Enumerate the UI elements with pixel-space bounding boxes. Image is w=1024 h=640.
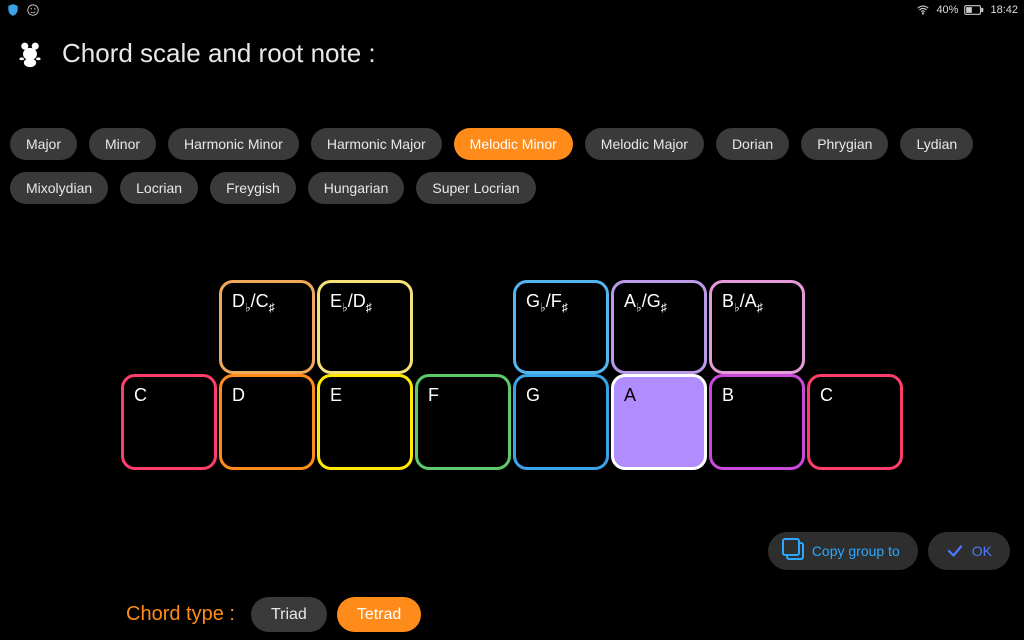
white-key-d[interactable]: D xyxy=(219,374,315,470)
black-key-gf[interactable]: G♭/F♯ xyxy=(513,280,609,374)
scale-chip-freygish[interactable]: Freygish xyxy=(210,172,296,204)
bottom-bar: Chord type : TriadTetrad xyxy=(0,603,1024,626)
scale-chip-super-locrian[interactable]: Super Locrian xyxy=(416,172,535,204)
copy-group-button[interactable]: Copy group to xyxy=(768,532,918,570)
status-bar: 40% 18:42 xyxy=(0,0,1024,20)
battery-icon xyxy=(964,3,984,17)
keyboard-white-row: CDEFGABC xyxy=(120,374,904,470)
scale-chip-locrian[interactable]: Locrian xyxy=(120,172,198,204)
page-title: Chord scale and root note : xyxy=(62,38,376,69)
status-right: 40% 18:42 xyxy=(916,3,1018,17)
chord-type-label: Chord type : xyxy=(126,603,235,626)
scale-chip-melodic-major[interactable]: Melodic Major xyxy=(585,128,704,160)
chord-type-section: Chord type : TriadTetrad xyxy=(126,603,431,626)
black-key-ed[interactable]: E♭/D♯ xyxy=(317,280,413,374)
black-key-ba[interactable]: B♭/A♯ xyxy=(709,280,805,374)
face-icon xyxy=(26,3,40,17)
scale-chip-lydian[interactable]: Lydian xyxy=(900,128,973,160)
black-key-dc[interactable]: D♭/C♯ xyxy=(219,280,315,374)
scale-chip-harmonic-major[interactable]: Harmonic Major xyxy=(311,128,442,160)
scale-chip-mixolydian[interactable]: Mixolydian xyxy=(10,172,108,204)
white-key-b[interactable]: B xyxy=(709,374,805,470)
note-keyboard: D♭/C♯E♭/D♯G♭/F♯A♭/G♯B♭/A♯ CDEFGABC xyxy=(0,280,1024,470)
white-key-c[interactable]: C xyxy=(807,374,903,470)
battery-text: 40% xyxy=(936,4,958,16)
white-key-f[interactable]: F xyxy=(415,374,511,470)
scale-chip-hungarian[interactable]: Hungarian xyxy=(308,172,405,204)
scale-chip-major[interactable]: Major xyxy=(10,128,77,160)
wifi-icon xyxy=(916,3,930,17)
scale-chip-melodic-minor[interactable]: Melodic Minor xyxy=(454,128,573,160)
scale-chip-minor[interactable]: Minor xyxy=(89,128,156,160)
black-spacer xyxy=(807,280,903,374)
white-key-e[interactable]: E xyxy=(317,374,413,470)
scale-chip-harmonic-minor[interactable]: Harmonic Minor xyxy=(168,128,299,160)
status-left xyxy=(6,3,40,17)
chord-type-triad[interactable]: Triad xyxy=(251,597,327,632)
chord-type-tetrad[interactable]: Tetrad xyxy=(337,597,421,632)
header: Chord scale and root note : xyxy=(16,38,376,69)
ok-button[interactable]: OK xyxy=(928,532,1010,570)
scale-list: Major Minor Harmonic Minor Harmonic Major Me… xyxy=(10,128,1014,204)
scale-chip-phrygian[interactable]: Phrygian xyxy=(801,128,888,160)
white-key-a[interactable]: A xyxy=(611,374,707,470)
clock-text: 18:42 xyxy=(990,4,1018,16)
copy-label: Copy group to xyxy=(812,543,900,559)
white-key-c[interactable]: C xyxy=(121,374,217,470)
ok-label: OK xyxy=(972,543,992,559)
check-icon xyxy=(946,542,964,560)
shield-icon xyxy=(6,3,20,17)
action-bar: Copy group to OK xyxy=(768,532,1010,570)
teddy-icon xyxy=(16,40,44,68)
black-key-ag[interactable]: A♭/G♯ xyxy=(611,280,707,374)
black-spacer xyxy=(121,280,217,374)
keyboard-black-row: D♭/C♯E♭/D♯ G♭/F♯A♭/G♯B♭/A♯ xyxy=(120,280,904,374)
copy-icon xyxy=(786,542,804,560)
white-key-g[interactable]: G xyxy=(513,374,609,470)
scale-chip-dorian[interactable]: Dorian xyxy=(716,128,789,160)
black-spacer xyxy=(415,280,511,374)
